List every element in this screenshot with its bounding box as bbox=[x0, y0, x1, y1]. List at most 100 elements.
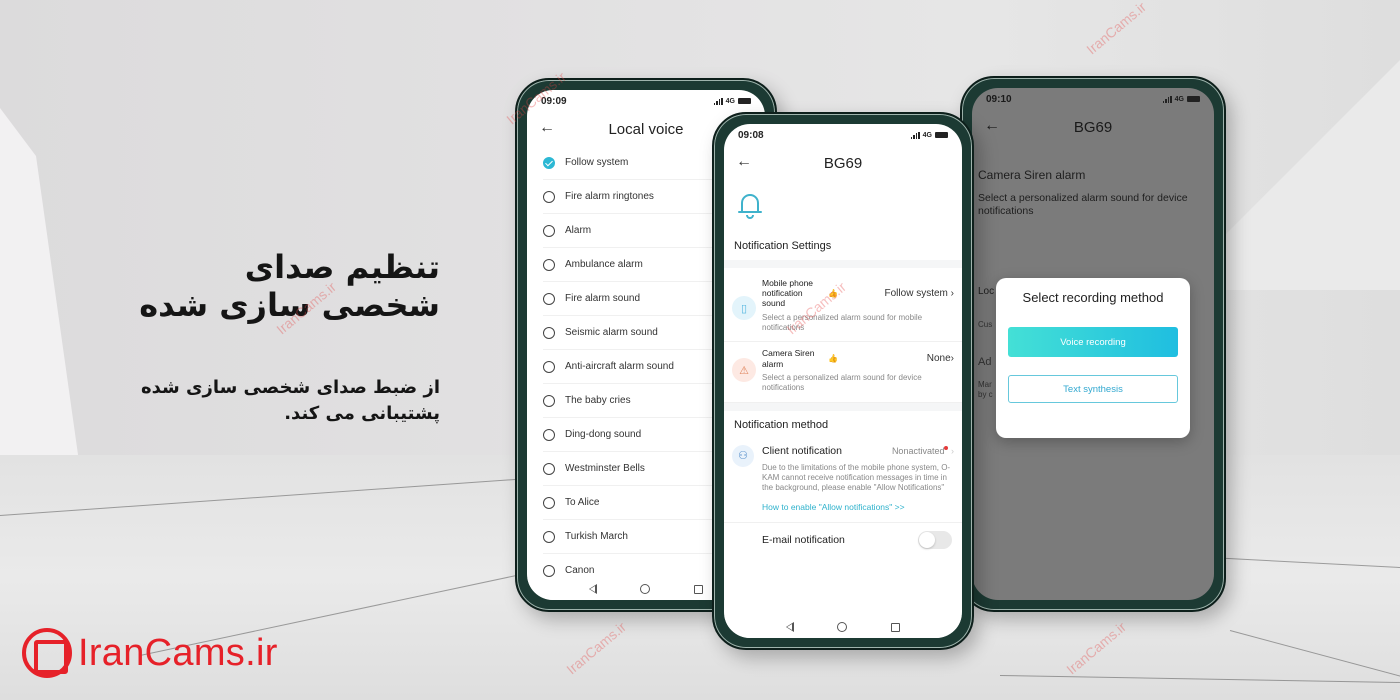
setting-name: Mobile phone notification sound bbox=[762, 278, 814, 309]
voice-option-label: Anti-aircraft alarm sound bbox=[565, 361, 674, 372]
headline-title: تنظیم صدای شخصی سازی شده bbox=[139, 248, 440, 325]
mobile-notification-sound-row[interactable]: ▯ Mobile phone notification sound 👍 Foll… bbox=[724, 268, 962, 343]
voice-option-label: The baby cries bbox=[565, 395, 631, 406]
obscured-label: Ad bbox=[978, 356, 992, 368]
back-arrow-icon[interactable]: ← bbox=[984, 117, 1000, 135]
android-nav-bar bbox=[724, 616, 962, 638]
battery-icon bbox=[935, 132, 948, 138]
nav-back-icon[interactable] bbox=[785, 622, 794, 632]
voice-option-label: Seismic alarm sound bbox=[565, 327, 658, 338]
top-bar: ← BG69 bbox=[972, 110, 1214, 144]
dimmed-screen: 09:10 4G ← BG69 Camera Siren alarm Selec… bbox=[972, 88, 1214, 600]
voice-option-label: Turkish March bbox=[565, 531, 628, 542]
phone-recording-method: 09:10 4G ← BG69 Camera Siren alarm Selec… bbox=[960, 76, 1226, 612]
obscured-fragment: by c bbox=[978, 390, 993, 400]
radio-unchecked-icon[interactable] bbox=[543, 462, 555, 475]
brand-logo: IranCams.ir bbox=[22, 628, 278, 678]
back-arrow-icon[interactable]: ← bbox=[736, 153, 752, 171]
radio-unchecked-icon[interactable] bbox=[543, 394, 555, 407]
chevron-right-icon: › bbox=[951, 445, 954, 456]
radio-unchecked-icon[interactable] bbox=[543, 360, 555, 373]
top-bar: ← BG69 bbox=[724, 146, 962, 180]
nav-home-icon[interactable] bbox=[837, 622, 848, 632]
notification-method-heading: Notification method bbox=[734, 418, 829, 431]
thumbs-up-icon: 👍 bbox=[828, 354, 838, 364]
client-notification-row[interactable]: ⚇ Client notification Nonactivated › Due… bbox=[724, 439, 962, 523]
chevron-right-icon: › bbox=[950, 287, 954, 299]
voice-option-label: Canon bbox=[565, 565, 595, 576]
status-time: 09:10 bbox=[986, 93, 1012, 105]
voice-option-label: Fire alarm ringtones bbox=[565, 191, 654, 202]
section-divider bbox=[724, 260, 962, 268]
setting-value[interactable]: Follow system › bbox=[885, 288, 954, 299]
status-bar: 09:09 4G bbox=[527, 90, 765, 112]
obscured-fragment: Mar bbox=[978, 380, 992, 389]
radio-unchecked-icon[interactable] bbox=[543, 428, 555, 441]
voice-recording-button[interactable]: Voice recording bbox=[1008, 327, 1178, 357]
radio-unchecked-icon[interactable] bbox=[543, 224, 555, 237]
radio-unchecked-icon[interactable] bbox=[543, 530, 555, 543]
signal-icon bbox=[713, 97, 723, 105]
siren-icon: ⚠ bbox=[732, 358, 756, 383]
select-recording-method-dialog: Select recording method Voice recording … bbox=[996, 278, 1190, 438]
radio-unchecked-icon[interactable] bbox=[543, 496, 555, 509]
headline-subtitle: از ضبط صدای شخصی سازی شده پشتیبانی می کن… bbox=[141, 375, 440, 427]
radio-unchecked-icon[interactable] bbox=[543, 292, 555, 305]
obscured-label: Cus bbox=[978, 320, 993, 329]
page-title: Local voice bbox=[608, 120, 684, 138]
status-time: 09:09 bbox=[541, 95, 567, 107]
siren-section: Camera Siren alarm Select a personalized… bbox=[972, 144, 1214, 218]
phone-icon: ▯ bbox=[732, 296, 756, 320]
email-notification-toggle[interactable] bbox=[918, 530, 952, 549]
user-icon: ⚇ bbox=[732, 444, 754, 467]
section-divider bbox=[724, 402, 962, 411]
radio-unchecked-icon[interactable] bbox=[543, 564, 555, 577]
notification-settings-heading: Notification Settings bbox=[734, 240, 832, 252]
setting-description: Select a personalized alarm sound for de… bbox=[762, 372, 922, 393]
obscured-label: Mar by c bbox=[978, 380, 993, 401]
dialog-title: Select recording method bbox=[1022, 290, 1164, 305]
signal-icon bbox=[1162, 95, 1172, 103]
voice-option-label: To Alice bbox=[565, 497, 600, 508]
bell-header bbox=[724, 180, 962, 236]
voice-option-label: Westminster Bells bbox=[565, 463, 645, 474]
nav-recent-icon[interactable] bbox=[891, 622, 901, 632]
headline-line: شخصی سازی شده bbox=[139, 286, 440, 325]
bell-icon bbox=[738, 194, 762, 219]
nav-home-icon[interactable] bbox=[640, 584, 651, 594]
battery-icon bbox=[738, 98, 751, 104]
email-notification-row: E-mail notification bbox=[724, 523, 962, 549]
nav-recent-icon[interactable] bbox=[694, 584, 704, 594]
voice-option-label: Alarm bbox=[565, 225, 592, 236]
brand-name: IranCams.ir bbox=[78, 631, 278, 674]
status-bar: 09:08 4G bbox=[724, 124, 962, 146]
enable-notifications-link[interactable]: How to enable "Allow notifications" >> bbox=[762, 502, 954, 512]
obscured-label: Loc bbox=[978, 286, 995, 297]
status-bar: 09:10 4G bbox=[972, 88, 1214, 110]
setting-value[interactable]: None› bbox=[927, 353, 954, 364]
chevron-right-icon: › bbox=[950, 353, 954, 365]
radio-checked-icon[interactable] bbox=[543, 156, 555, 169]
setting-value[interactable]: Nonactivated › bbox=[891, 445, 954, 456]
voice-option-label: Ambulance alarm bbox=[565, 259, 643, 270]
voice-option-label: Follow system bbox=[565, 157, 629, 168]
setting-name: Camera Siren alarm bbox=[762, 348, 815, 369]
text-synthesis-button[interactable]: Text synthesis bbox=[1008, 375, 1178, 403]
setting-description: Select a personalized alarm sound for mo… bbox=[762, 312, 923, 332]
nav-back-icon[interactable] bbox=[588, 584, 597, 594]
radio-unchecked-icon[interactable] bbox=[543, 326, 555, 339]
setting-name: E-mail notification bbox=[762, 533, 845, 546]
siren-heading: Camera Siren alarm bbox=[978, 168, 1086, 182]
voice-option-label: Ding-dong sound bbox=[565, 429, 642, 440]
setting-value-text: Follow system bbox=[884, 287, 948, 299]
setting-value-text: None bbox=[926, 353, 951, 365]
radio-unchecked-icon[interactable] bbox=[543, 190, 555, 203]
radio-unchecked-icon[interactable] bbox=[543, 258, 555, 271]
brand-logo-icon bbox=[22, 628, 72, 678]
headline-line: تنظیم صدای bbox=[244, 248, 440, 286]
setting-value-text: Nonactivated bbox=[891, 445, 945, 456]
phone-notification-settings: 09:08 4G ← BG69 Notification Settings ▯ … bbox=[712, 112, 974, 650]
setting-name: Client notification bbox=[762, 444, 842, 457]
back-arrow-icon[interactable]: ← bbox=[539, 119, 555, 137]
camera-siren-alarm-row[interactable]: ⚠ Camera Siren alarm 👍 None› Select a pe… bbox=[724, 342, 962, 403]
